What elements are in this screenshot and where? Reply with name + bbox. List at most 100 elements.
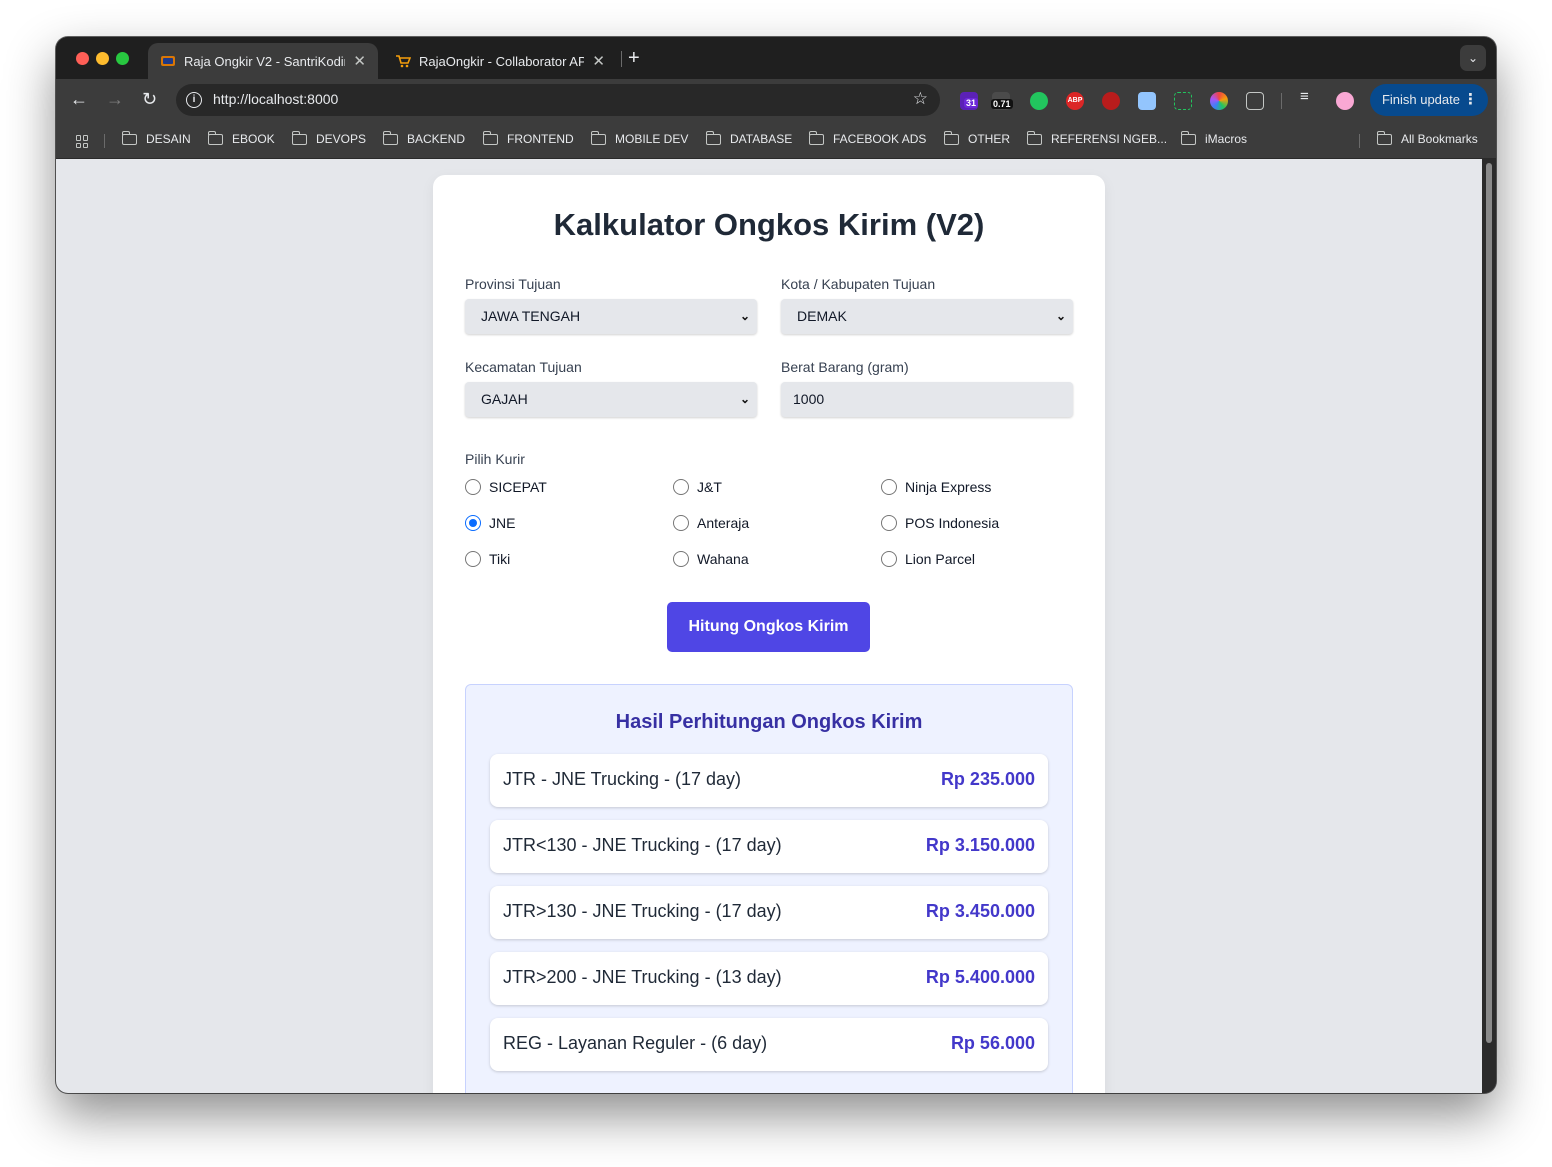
bookmark-folder-ebook[interactable]: EBOOK [207, 130, 275, 146]
bookmark-folder-desain[interactable]: DESAIN [121, 130, 191, 146]
courier-option-lion-parcel[interactable]: Lion Parcel [881, 551, 975, 567]
site-info-icon[interactable]: i [186, 92, 202, 108]
bookmark-folder-facebook-ads[interactable]: FACEBOOK ADS [808, 130, 926, 146]
back-arrow-icon[interactable]: ← [70, 89, 88, 110]
courier-option-wahana[interactable]: Wahana [673, 551, 749, 567]
bookmark-star-icon[interactable]: ☆ [913, 89, 928, 109]
minimize-window-button[interactable] [96, 52, 109, 65]
tab-raja-ongkir-v2[interactable]: Raja Ongkir V2 - SantriKoding ✕ [148, 43, 378, 79]
folder-icon [1180, 130, 1196, 145]
bookmarks-separator [104, 134, 105, 148]
tab-search-chevron-icon[interactable]: ⌄ [1460, 45, 1486, 71]
folder-icon [1026, 130, 1042, 145]
radio-button[interactable] [465, 479, 481, 495]
courier-option-anteraja[interactable]: Anteraja [673, 515, 749, 531]
finish-update-button[interactable]: Finish update ⋮ [1369, 84, 1488, 116]
chevron-down-icon: ⌄ [739, 309, 750, 323]
radio-button[interactable] [673, 515, 689, 531]
radio-button[interactable] [673, 479, 689, 495]
forward-arrow-icon[interactable]: → [106, 89, 124, 110]
bookmark-folder-backend[interactable]: BACKEND [382, 130, 465, 146]
rajaongkir-favicon-icon [396, 55, 411, 68]
tab-title: RajaOngkir - Collaborator API [419, 53, 585, 69]
folder-icon [943, 130, 959, 145]
city-selected-value: DEMAK [797, 308, 847, 324]
result-item: JTR>200 - JNE Trucking - (13 day) Rp 5.4… [490, 952, 1048, 1005]
extension-purple-icon[interactable]: 31 [960, 92, 979, 110]
page-scrollbar[interactable] [1482, 159, 1496, 1093]
courier-label: Pilih Kurir [465, 451, 525, 467]
reload-icon[interactable]: ↻ [142, 89, 157, 110]
extension-docs-icon[interactable] [1138, 92, 1156, 110]
more-options-icon[interactable]: ⋮ [1463, 84, 1478, 116]
close-tab-icon[interactable]: ✕ [353, 52, 366, 70]
bookmark-folder-imacros[interactable]: iMacros [1180, 130, 1247, 146]
bookmark-folder-other[interactable]: OTHER [943, 130, 1010, 146]
radio-button[interactable] [881, 515, 897, 531]
result-item: JTR - JNE Trucking - (17 day) Rp 235.000 [490, 754, 1048, 807]
city-label: Kota / Kabupaten Tujuan [781, 276, 936, 292]
tab-rajaongkir-collaborator[interactable]: RajaOngkir - Collaborator API ✕ [383, 43, 617, 79]
calculator-card: Kalkulator Ongkos Kirim (V2) Provinsi Tu… [433, 175, 1105, 1093]
folder-icon [121, 130, 137, 145]
weight-input[interactable] [781, 382, 1073, 417]
result-price: Rp 235.000 [940, 769, 1035, 789]
bookmarks-separator [1359, 134, 1360, 148]
profile-avatar[interactable] [1336, 92, 1354, 110]
close-tab-icon[interactable]: ✕ [592, 52, 605, 70]
bookmark-folder-devops[interactable]: DEVOPS [291, 130, 366, 146]
browser-window: Raja Ongkir V2 - SantriKoding ✕ RajaOngk… [56, 37, 1496, 1093]
extensions-puzzle-icon[interactable] [1246, 92, 1264, 110]
folder-icon [808, 130, 824, 145]
finish-update-label: Finish update [1381, 92, 1460, 107]
radio-button[interactable] [673, 551, 689, 567]
result-price: Rp 3.150.000 [925, 835, 1035, 855]
browser-toolbar: ← → ↻ i http://localhost:8000 ☆ 31 0.71 … [56, 79, 1496, 121]
extension-color-picker-icon[interactable] [1210, 92, 1228, 110]
results-panel: Hasil Perhitungan Ongkos Kirim JTR - JNE… [465, 684, 1073, 1093]
folder-icon [705, 130, 721, 145]
province-select[interactable]: JAWA TENGAH ⌄ [465, 299, 757, 334]
new-tab-icon[interactable]: + [628, 47, 640, 70]
folder-icon [382, 130, 398, 145]
extension-stop-icon[interactable] [1102, 92, 1120, 110]
bookmark-folder-mobile-dev[interactable]: MOBILE DEV [590, 130, 688, 146]
scrollbar-thumb[interactable] [1486, 163, 1492, 1043]
radio-button[interactable] [465, 551, 481, 567]
chevron-down-icon: ⌄ [1055, 309, 1066, 323]
weight-label: Berat Barang (gram) [781, 359, 909, 375]
extension-badge: 31 [964, 98, 979, 108]
adblock-plus-icon[interactable]: ABP [1066, 92, 1084, 110]
close-window-button[interactable] [76, 52, 89, 65]
radio-button[interactable] [881, 551, 897, 567]
courier-option-jnt[interactable]: J&T [673, 479, 722, 495]
toolbar-separator [1281, 93, 1282, 109]
radio-button[interactable] [881, 479, 897, 495]
extension-meter-icon[interactable]: 0.71 [991, 92, 1013, 110]
city-select[interactable]: DEMAK ⌄ [781, 299, 1073, 334]
courier-option-pos-indonesia[interactable]: POS Indonesia [881, 515, 999, 531]
calculate-shipping-button[interactable]: Hitung Ongkos Kirim [667, 602, 870, 652]
maximize-window-button[interactable] [116, 52, 129, 65]
bookmark-folder-frontend[interactable]: FRONTEND [482, 130, 574, 146]
all-bookmarks-folder[interactable]: All Bookmarks [1376, 130, 1478, 146]
apps-grid-icon[interactable] [76, 135, 89, 148]
bookmark-folder-referensi[interactable]: REFERENSI NGEB... [1026, 130, 1167, 146]
courier-option-jne[interactable]: JNE [465, 515, 515, 531]
folder-icon [1376, 130, 1392, 145]
courier-option-tiki[interactable]: Tiki [465, 551, 510, 567]
courier-option-sicepat[interactable]: SICEPAT [465, 479, 547, 495]
url-text[interactable]: http://localhost:8000 [213, 91, 338, 107]
district-select[interactable]: GAJAH ⌄ [465, 382, 757, 417]
folder-icon [291, 130, 307, 145]
courier-option-ninja-express[interactable]: Ninja Express [881, 479, 991, 495]
reading-list-icon[interactable]: ≡ [1300, 88, 1309, 105]
extension-capture-icon[interactable] [1174, 92, 1192, 110]
result-price: Rp 56.000 [950, 1033, 1035, 1053]
result-item: JTR>130 - JNE Trucking - (17 day) Rp 3.4… [490, 886, 1048, 939]
radio-button-checked[interactable] [465, 515, 481, 531]
bookmark-folder-database[interactable]: DATABASE [705, 130, 792, 146]
address-bar[interactable]: i http://localhost:8000 ☆ [176, 84, 940, 116]
extension-green-dot-icon[interactable] [1030, 92, 1048, 110]
santrikoding-favicon-icon [161, 56, 175, 66]
